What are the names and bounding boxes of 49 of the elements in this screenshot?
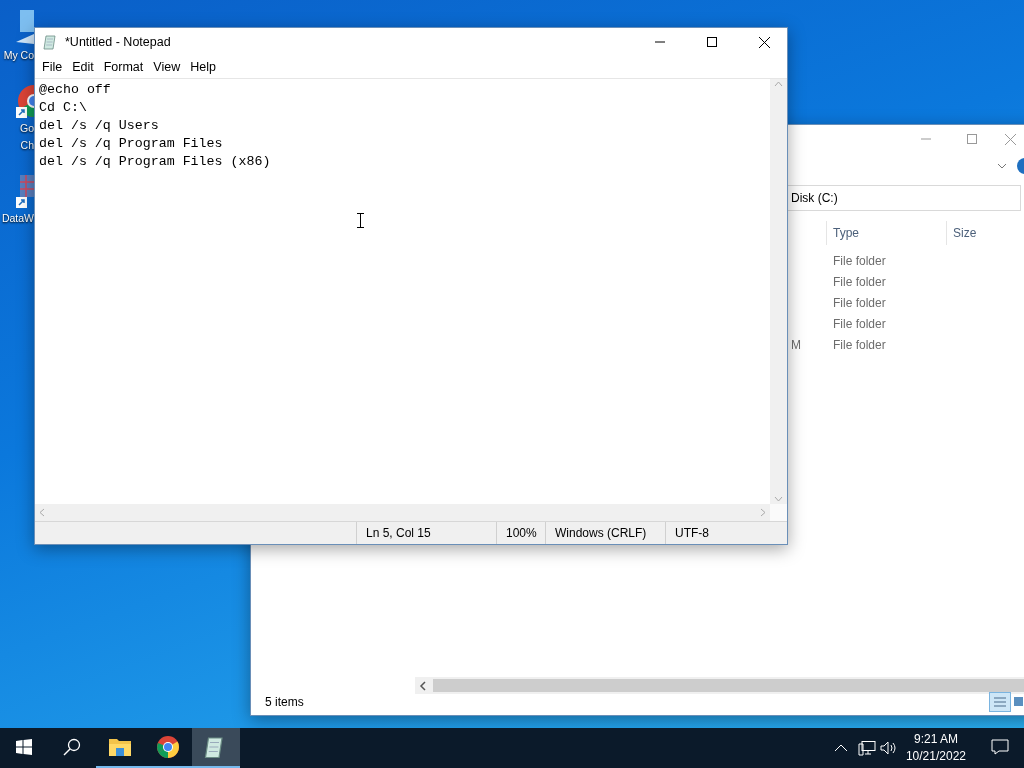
close-icon bbox=[758, 36, 770, 48]
maximize-icon bbox=[967, 134, 977, 144]
chevron-up-icon[interactable] bbox=[833, 744, 848, 752]
text-cursor-icon bbox=[357, 213, 364, 228]
desktop-icon-label[interactable]: Go bbox=[20, 121, 34, 136]
search-icon bbox=[63, 738, 81, 756]
close-icon bbox=[1005, 133, 1016, 145]
clock-time[interactable]: 9:21 AM bbox=[913, 731, 958, 748]
address-bar[interactable]: Disk (C:) bbox=[787, 185, 1021, 211]
table-cell-text: File folder bbox=[833, 315, 887, 333]
taskbar-app-button[interactable] bbox=[192, 728, 240, 768]
clock-date[interactable]: 10/21/2022 bbox=[905, 748, 966, 765]
volume-icon[interactable] bbox=[879, 741, 896, 755]
folder-icon bbox=[108, 737, 132, 757]
table-cell: M bbox=[791, 337, 801, 352]
status-text: 5 items bbox=[265, 695, 304, 709]
minimize-icon bbox=[655, 41, 665, 43]
desktop-icon-label[interactable]: My Co bbox=[3, 48, 34, 63]
text-editor[interactable]: @echo off Cd C:\ del /s /q Users del /s /q Program Files del /s /q Program Files (x86) bbox=[35, 79, 770, 504]
horizontal-scrollbar[interactable] bbox=[415, 677, 1024, 694]
menu-item[interactable]: Edit bbox=[67, 60, 99, 74]
menu-item[interactable]: Format bbox=[98, 60, 149, 74]
status-text: 100% bbox=[496, 522, 545, 544]
table-cell-text: File folder bbox=[833, 294, 887, 312]
windows-logo-icon bbox=[16, 739, 32, 755]
chrome-icon bbox=[156, 735, 180, 759]
desktop-icon-label[interactable]: DataW bbox=[1, 211, 34, 226]
network-icon[interactable] bbox=[857, 740, 876, 756]
column-header[interactable]: Size bbox=[946, 221, 1024, 245]
menu-item[interactable]: View bbox=[148, 60, 186, 74]
notepad-icon bbox=[43, 34, 59, 50]
window-title: *Untitled - Notepad bbox=[65, 35, 172, 49]
column-header[interactable]: Type bbox=[826, 221, 946, 245]
status-text: UTF-8 bbox=[665, 522, 770, 544]
menu-item[interactable]: File bbox=[37, 60, 68, 74]
maximize-icon bbox=[707, 37, 717, 47]
computer-icon[interactable] bbox=[16, 10, 34, 46]
status-text: Ln 5, Col 15 bbox=[356, 522, 496, 544]
grid-app-icon[interactable] bbox=[16, 173, 34, 209]
status-text: Windows (CRLF) bbox=[545, 522, 665, 544]
table-cell-text: File folder bbox=[833, 252, 887, 270]
desktop-icon-label[interactable]: Ch bbox=[20, 138, 34, 153]
scroll-left-icon[interactable] bbox=[419, 680, 427, 691]
message-icon bbox=[991, 739, 1009, 755]
menu-item[interactable]: Help bbox=[185, 60, 221, 74]
table-cell-text: File folder bbox=[833, 273, 887, 291]
table-cell-text: File folder bbox=[833, 336, 887, 354]
minimize-icon bbox=[921, 138, 931, 140]
chevron-down-icon[interactable] bbox=[997, 163, 1007, 169]
